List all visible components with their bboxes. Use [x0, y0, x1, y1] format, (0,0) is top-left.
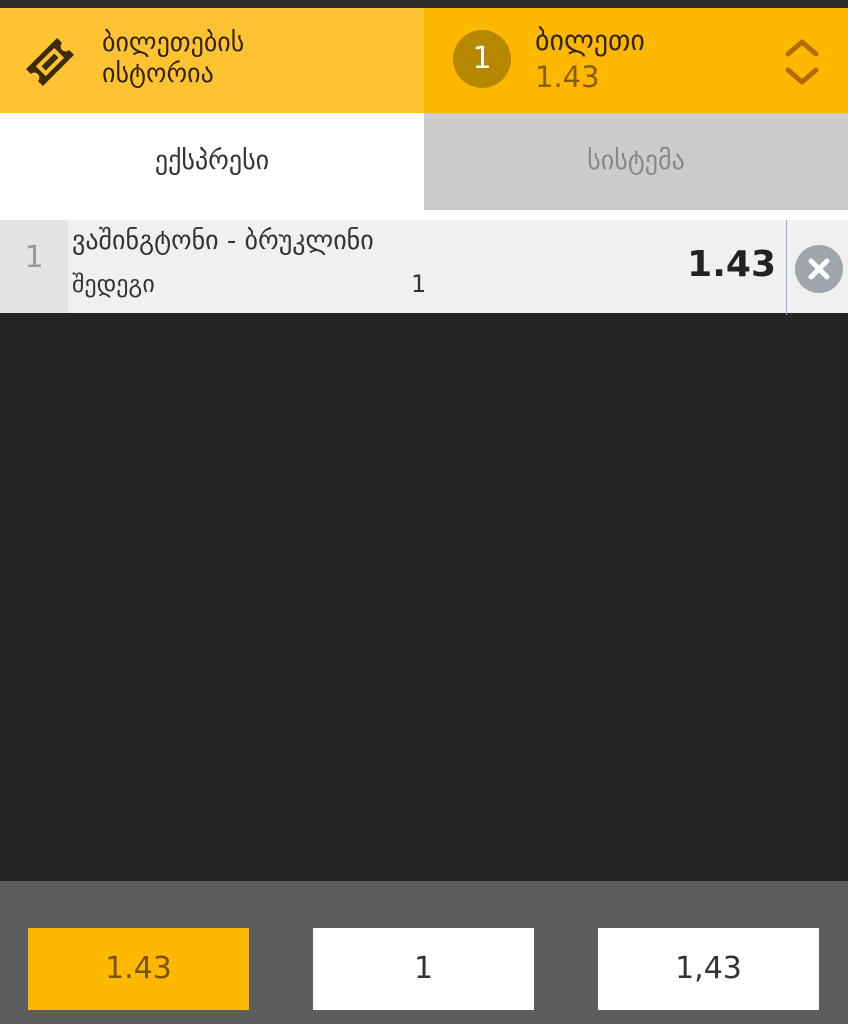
bet-type-tabs: ექსპრესი სისტემა — [0, 113, 848, 210]
ticket-summary[interactable]: 1 ბილეთი 1.43 — [424, 8, 848, 113]
bet-outcome: 1 — [411, 270, 427, 298]
bet-match: ვაშინგტონი - ბრუკლინი — [72, 226, 374, 256]
bet-market: შედეგი — [72, 270, 155, 298]
tab-express[interactable]: ექსპრესი — [0, 113, 424, 210]
betslip-footer: 1.43 1 1,43 — [0, 881, 848, 1024]
remove-bet-button[interactable] — [795, 245, 843, 293]
tab-system[interactable]: სისტემა — [424, 113, 848, 210]
close-icon — [808, 258, 830, 280]
tab-divider — [0, 210, 848, 220]
total-odds-box: 1.43 — [28, 928, 249, 1010]
bet-row: 1 ვაშინგტონი - ბრუკლინი შედეგი 1 1.43 — [0, 220, 848, 315]
ticket-count-badge: 1 — [453, 30, 511, 88]
ticket-total-odds: 1.43 — [535, 60, 600, 94]
bet-index: 1 — [24, 240, 44, 275]
betslip-header: ბილეთების ისტორია 1 ბილეთი 1.43 — [0, 8, 848, 113]
ticket-history-label: ბილეთების ისტორია — [102, 28, 244, 90]
ticket-title: ბილეთი — [535, 24, 645, 57]
chevron-up-down-icon[interactable] — [782, 32, 822, 92]
bet-separator — [786, 220, 787, 315]
top-strip — [0, 0, 848, 8]
bet-index-column: 1 — [0, 220, 68, 313]
bet-odd: 1.43 — [687, 244, 776, 285]
ticket-icon — [20, 32, 80, 92]
ticket-history-line2: ისტორია — [102, 59, 214, 89]
ticket-history-line1: ბილეთების — [102, 28, 245, 58]
ticket-history-button[interactable]: ბილეთების ისტორია — [0, 8, 424, 113]
possible-win-box: 1,43 — [598, 928, 819, 1010]
stake-input[interactable]: 1 — [313, 928, 534, 1010]
